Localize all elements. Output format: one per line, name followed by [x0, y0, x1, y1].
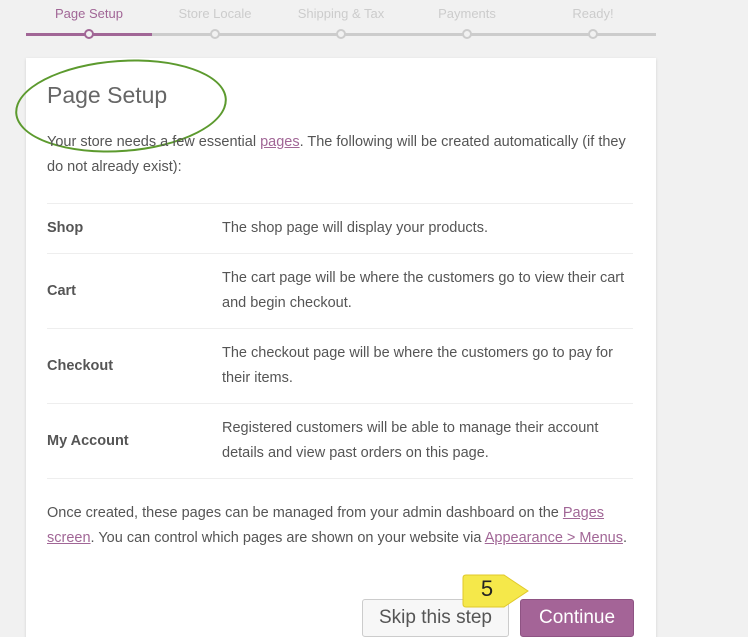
step-label: Ready! — [572, 6, 614, 21]
step-label: Payments — [438, 6, 496, 21]
intro-text-start: Your store needs a few essential — [47, 134, 261, 150]
step-store-locale: Store Locale — [152, 0, 278, 39]
step-shipping-tax: Shipping & Tax — [278, 0, 404, 39]
step-dot-icon — [462, 29, 472, 39]
page-name: Checkout — [47, 328, 222, 404]
step-label: Shipping & Tax — [297, 6, 385, 21]
outro-text-middle: . You can control which pages are shown … — [90, 530, 485, 546]
continue-button[interactable]: Continue — [520, 599, 634, 637]
page-description: The checkout page will be where the cust… — [222, 328, 633, 404]
table-row: Shop The shop page will display your pro… — [47, 203, 633, 254]
step-dot-icon — [588, 29, 598, 39]
pages-link[interactable]: pages — [260, 134, 300, 150]
table-row: Cart The cart page will be where the cus… — [47, 253, 633, 329]
table-row: My Account Registered customers will be … — [47, 403, 633, 479]
step-label: Page Setup — [55, 6, 123, 21]
page-name: Cart — [47, 253, 222, 329]
callout-number: 5 — [480, 576, 494, 601]
step-dot-icon — [210, 29, 220, 39]
step-page-setup: Page Setup — [26, 0, 152, 39]
step-dot-icon — [84, 29, 94, 39]
page-name: My Account — [47, 403, 222, 479]
step-payments: Payments — [404, 0, 530, 39]
table-row: Checkout The checkout page will be where… — [47, 328, 633, 404]
page-description: The shop page will display your products… — [222, 203, 633, 254]
setup-card: Page Setup Your store needs a few essent… — [12, 52, 656, 637]
step-label: Store Locale — [178, 6, 252, 21]
page-description: The cart page will be where the customer… — [222, 253, 633, 329]
step-dot-icon — [336, 29, 346, 39]
page-description: Registered customers will be able to man… — [222, 403, 633, 479]
intro-text: Your store needs a few essential pages. … — [47, 130, 632, 180]
outro-text-start: Once created, these pages can be managed… — [47, 505, 563, 521]
pages-table: Shop The shop page will display your pro… — [47, 203, 633, 479]
page-name: Shop — [47, 203, 222, 254]
outro-text: Once created, these pages can be managed… — [47, 501, 633, 551]
appearance-menus-link[interactable]: Appearance > Menus — [485, 530, 623, 546]
step-ready: Ready! — [530, 0, 656, 39]
setup-steps: Page Setup Store Locale Shipping & Tax P… — [26, 0, 656, 40]
outro-text-end: . — [622, 530, 627, 546]
callout-badge: 5 — [462, 573, 532, 609]
